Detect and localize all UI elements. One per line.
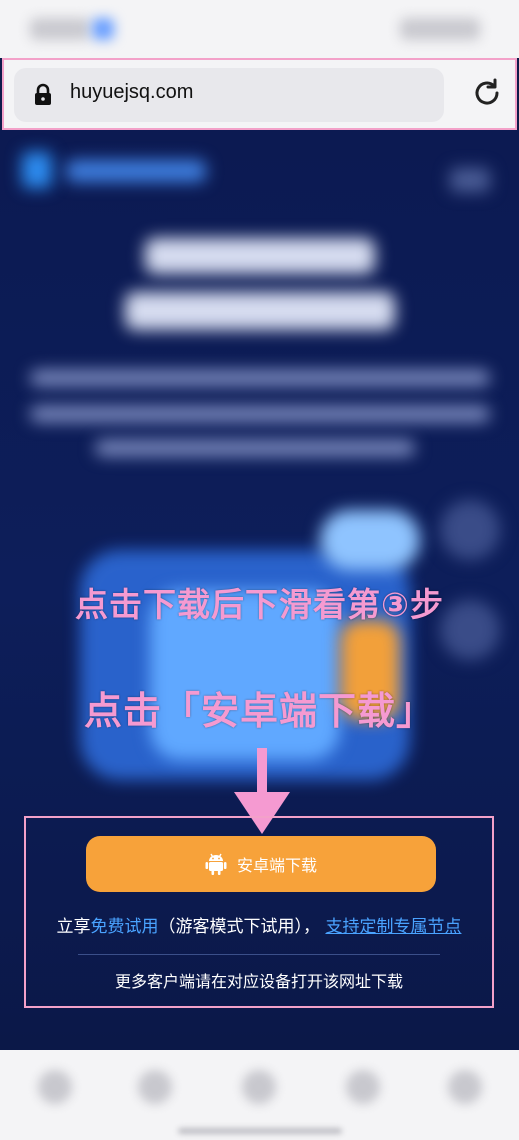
site-logo-blur	[22, 152, 52, 188]
menu-icon-blur	[450, 168, 490, 192]
android-download-button[interactable]: 安卓端下载	[86, 836, 436, 892]
url-field[interactable]: huyuejsq.com	[14, 68, 444, 122]
status-bar	[0, 0, 519, 58]
android-download-label: 安卓端下载	[236, 858, 317, 875]
nav-search-blur[interactable]	[138, 1070, 172, 1104]
side-button-blur	[440, 500, 500, 560]
status-indicator-blur	[92, 18, 114, 40]
paragraph-blur	[30, 406, 490, 422]
custom-node-link[interactable]: 支持定制专属节点	[325, 917, 461, 937]
nav-profile-blur[interactable]	[448, 1070, 482, 1104]
trial-line: 立享免费试用（游客模式下试用）， 支持定制专属节点	[26, 912, 492, 937]
headline-blur	[145, 238, 375, 274]
browser-bottom-nav	[0, 1050, 519, 1140]
status-time-blur	[30, 18, 90, 40]
home-indicator	[178, 1128, 342, 1134]
android-icon	[205, 853, 227, 875]
trial-suffix: （游客模式下试用），	[158, 917, 321, 937]
nav-home-blur[interactable]	[242, 1070, 276, 1104]
trial-prefix: 立享	[56, 917, 91, 937]
address-bar: huyuejsq.com	[2, 58, 517, 130]
cloud-blur	[320, 510, 420, 570]
hint-scroll-step: 点击下载后下滑看第③步	[75, 585, 444, 624]
paragraph-blur	[30, 370, 490, 386]
hint-click-android: 点击「安卓端下载」	[83, 689, 435, 733]
url-text: huyuejsq.com	[70, 81, 194, 103]
paragraph-blur	[95, 440, 415, 456]
more-clients-text: 更多客户端请在对应设备打开该网址下载	[114, 972, 403, 991]
reload-icon[interactable]	[470, 76, 504, 110]
nav-tabs-blur[interactable]	[346, 1070, 380, 1104]
divider	[78, 954, 440, 955]
site-brand-blur	[66, 160, 206, 182]
nav-back-blur[interactable]	[38, 1070, 72, 1104]
download-panel: 安卓端下载 立享免费试用（游客模式下试用）， 支持定制专属节点 更多客户端请在对…	[24, 816, 494, 1008]
status-icons-blur	[400, 18, 480, 40]
free-trial-link[interactable]: 免费试用	[91, 917, 159, 937]
headline-blur	[125, 292, 395, 330]
lock-icon	[35, 83, 51, 105]
